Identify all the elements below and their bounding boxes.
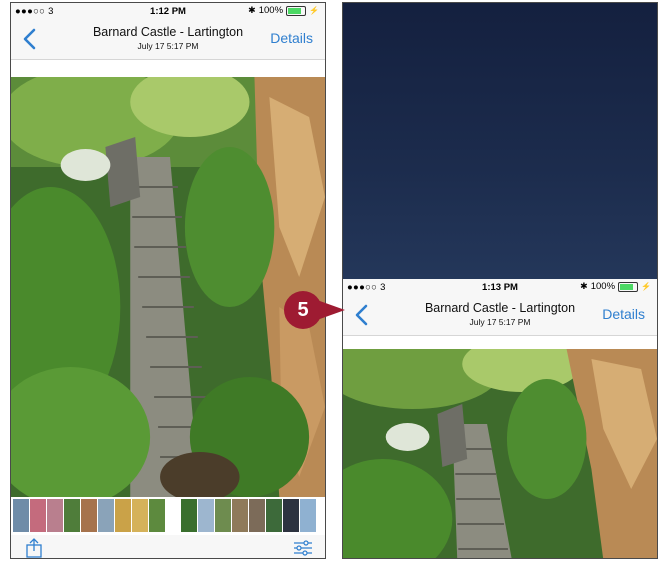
filmstrip-thumbnail[interactable]	[149, 499, 165, 532]
filmstrip-thumbnail[interactable]	[283, 499, 299, 532]
filmstrip-thumbnail[interactable]	[30, 499, 46, 532]
charging-icon: ⚡	[641, 282, 651, 291]
photo[interactable]	[343, 349, 657, 558]
back-button[interactable]	[351, 301, 373, 329]
nav-subtitle: July 17 5:17 PM	[469, 317, 531, 327]
bluetooth-icon: ✱	[580, 281, 588, 291]
phone-screen-right: ●●●○○ 3 1:13 PM ✱ 100% ⚡ Barnard Castle …	[342, 2, 658, 559]
status-right: ✱ 100% ⚡	[248, 5, 319, 16]
battery-percent: 100%	[590, 281, 616, 292]
filmstrip-thumbnail[interactable]	[232, 499, 248, 532]
sliders-icon	[294, 540, 312, 556]
dark-background	[343, 3, 657, 279]
step-number: 5	[297, 299, 309, 321]
filmstrip-thumbnail[interactable]	[64, 499, 80, 532]
details-button[interactable]: Details	[270, 30, 313, 46]
filmstrip-thumbnail[interactable]	[13, 499, 29, 532]
step-callout: 5	[283, 290, 345, 330]
details-button[interactable]: Details	[602, 306, 645, 322]
filmstrip-thumbnail[interactable]	[198, 499, 214, 532]
bluetooth-icon: ✱	[248, 5, 256, 15]
filmstrip-thumbnail[interactable]	[132, 499, 148, 532]
nav-bar: Barnard Castle - Lartington July 17 5:17…	[11, 19, 325, 60]
photo[interactable]	[11, 77, 325, 497]
filmstrip-thumbnail[interactable]	[215, 499, 231, 532]
chevron-left-icon	[355, 304, 368, 326]
filmstrip-thumbnail[interactable]	[98, 499, 114, 532]
filmstrip-thumbnail[interactable]	[81, 499, 97, 532]
bottom-toolbar	[11, 535, 325, 558]
charging-icon: ⚡	[309, 6, 319, 15]
battery-percent: 100%	[258, 5, 284, 16]
filmstrip-thumbnail[interactable]	[249, 499, 265, 532]
battery-icon	[286, 5, 307, 16]
nav-subtitle: July 17 5:17 PM	[137, 41, 199, 51]
thumbnail-filmstrip[interactable]	[11, 497, 325, 534]
nav-title: Barnard Castle - Lartington	[92, 25, 244, 39]
share-icon	[26, 538, 42, 558]
phone-screen-left: ●●●○○ 3 1:12 PM ✱ 100% ⚡ Barnard Castle …	[10, 2, 326, 559]
filmstrip-thumbnail[interactable]	[181, 499, 197, 532]
adjust-button[interactable]	[293, 540, 313, 558]
filmstrip-thumbnail[interactable]	[47, 499, 63, 532]
filmstrip-thumbnail[interactable]	[115, 499, 131, 532]
chevron-left-icon	[23, 28, 36, 50]
back-button[interactable]	[19, 25, 41, 53]
status-bar: ●●●○○ 3 1:13 PM ✱ 100% ⚡	[343, 279, 657, 295]
nav-title: Barnard Castle - Lartington	[424, 301, 576, 315]
nav-bar: Barnard Castle - Lartington July 17 5:17…	[343, 295, 657, 336]
filmstrip-thumbnail[interactable]	[266, 499, 282, 532]
share-button[interactable]	[25, 538, 43, 558]
filmstrip-thumbnail[interactable]	[300, 499, 316, 532]
stone-steps-photo	[11, 77, 325, 497]
stone-steps-photo	[343, 349, 657, 558]
status-right: ✱ 100% ⚡	[580, 281, 651, 292]
battery-icon	[618, 281, 639, 292]
status-bar: ●●●○○ 3 1:12 PM ✱ 100% ⚡	[11, 3, 325, 19]
